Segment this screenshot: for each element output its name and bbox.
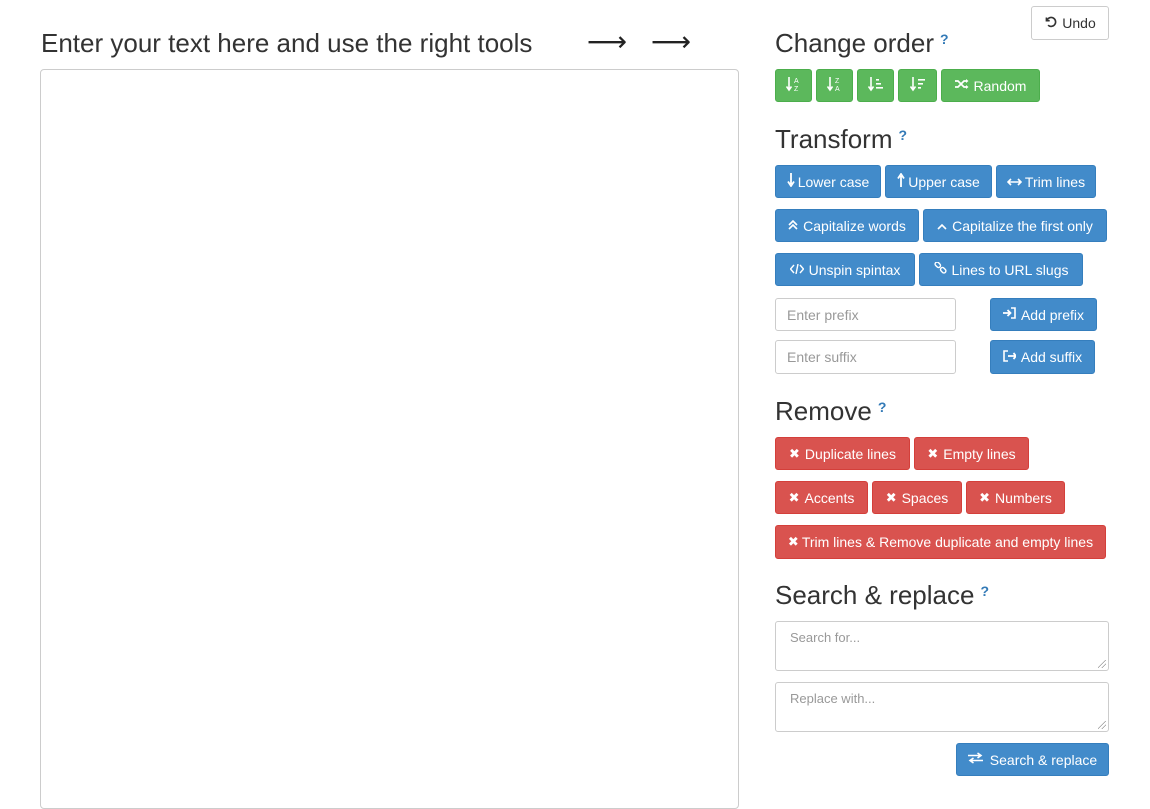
prefix-input[interactable]: Enter prefix <box>775 298 956 331</box>
search-replace-label: Search & replace <box>989 751 1098 768</box>
capitalize-first-button[interactable]: Capitalize the first only <box>923 209 1107 242</box>
close-icon: ✖ <box>789 445 800 461</box>
upper-case-button[interactable]: Upper case <box>885 165 992 198</box>
chevron-up-icon <box>937 219 947 233</box>
random-icon <box>954 78 969 93</box>
lower-case-button[interactable]: Lower case <box>775 165 881 198</box>
svg-text:A: A <box>835 86 840 92</box>
spaces-label: Spaces <box>901 489 949 506</box>
sort-alpha-desc-button[interactable]: ZA <box>816 69 853 102</box>
replace-placeholder: Replace with... <box>790 691 876 706</box>
search-replace-heading: Search & replace? <box>775 579 989 611</box>
add-suffix-label: Add suffix <box>1020 349 1083 365</box>
change-order-help-link[interactable]: ? <box>940 31 949 47</box>
duplicate-lines-label: Duplicate lines <box>804 445 896 462</box>
upper-case-label: Upper case <box>908 173 980 190</box>
sort-alpha-asc-icon: AZ <box>785 76 802 96</box>
capitalize-words-button[interactable]: Capitalize words <box>775 209 919 242</box>
url-slugs-label: Lines to URL slugs <box>951 261 1069 278</box>
url-slugs-button[interactable]: Lines to URL slugs <box>919 253 1083 286</box>
add-prefix-button[interactable]: Add prefix <box>990 298 1097 331</box>
trim-remove-all-label: Trim lines & Remove duplicate and empty … <box>801 534 1094 550</box>
replace-input[interactable]: Replace with... <box>775 682 1109 732</box>
remove-numbers-button[interactable]: ✖ Numbers <box>966 481 1065 514</box>
lower-case-label: Lower case <box>797 173 870 190</box>
search-input[interactable]: Search for... <box>775 621 1109 671</box>
sign-in-icon <box>1002 307 1016 322</box>
capitalize-words-label: Capitalize words <box>803 217 906 234</box>
transform-title: Transform <box>775 124 893 154</box>
close-icon: ✖ <box>979 489 991 505</box>
page-title: Enter your text here and use the right t… <box>41 28 533 58</box>
remove-heading: Remove? <box>775 395 886 427</box>
random-label: Random <box>973 77 1027 94</box>
trim-remove-all-button[interactable]: ✖ Trim lines & Remove duplicate and empt… <box>775 525 1106 559</box>
arrow-right-icon: ⟶ <box>587 26 628 57</box>
sort-amount-asc-icon <box>867 76 884 96</box>
add-prefix-label: Add prefix <box>1020 306 1085 323</box>
capitalize-first-label: Capitalize the first only <box>952 217 1093 234</box>
remove-spaces-button[interactable]: ✖ Spaces <box>872 481 962 514</box>
resize-grip-icon[interactable] <box>1098 721 1106 729</box>
search-replace-button[interactable]: Search & replace <box>956 743 1109 776</box>
remove-title: Remove <box>775 396 872 426</box>
search-placeholder: Search for... <box>790 630 861 645</box>
svg-text:Z: Z <box>835 78 840 85</box>
resize-grip-icon[interactable] <box>1098 660 1106 668</box>
search-replace-help-link[interactable]: ? <box>980 583 989 599</box>
svg-text:Z: Z <box>794 86 799 92</box>
unspin-spintax-label: Unspin spintax <box>808 261 901 278</box>
arrow-right-icon: ⟶ <box>651 26 692 57</box>
arrow-down-icon <box>786 173 795 190</box>
sort-alpha-desc-icon: ZA <box>826 76 843 96</box>
remove-accents-button[interactable]: ✖ Accents <box>775 481 868 514</box>
close-icon: ✖ <box>788 489 800 505</box>
accents-label: Accents <box>804 489 855 506</box>
double-chevron-up-icon <box>788 219 798 233</box>
sort-length-desc-button[interactable] <box>898 69 937 102</box>
link-icon <box>933 260 947 278</box>
suffix-input[interactable]: Enter suffix <box>775 340 956 374</box>
empty-lines-label: Empty lines <box>943 445 1016 462</box>
close-icon: ✖ <box>787 534 799 549</box>
undo-button[interactable]: Undo <box>1031 6 1109 40</box>
numbers-label: Numbers <box>995 489 1052 506</box>
close-icon: ✖ <box>885 489 897 505</box>
code-icon <box>789 263 805 277</box>
undo-label: Undo <box>1062 15 1096 31</box>
transform-heading: Transform? <box>775 123 907 155</box>
change-order-title: Change order <box>775 28 934 58</box>
trim-lines-label: Trim lines <box>1024 173 1086 190</box>
random-button[interactable]: Random <box>941 69 1040 102</box>
remove-duplicate-lines-button[interactable]: ✖ Duplicate lines <box>775 437 910 470</box>
sign-out-icon <box>1003 349 1018 365</box>
unspin-spintax-button[interactable]: Unspin spintax <box>775 253 915 286</box>
search-replace-title: Search & replace <box>775 580 975 610</box>
undo-icon <box>1044 15 1057 31</box>
arrows-horizontal-icon <box>1006 175 1023 189</box>
sort-alpha-asc-button[interactable]: AZ <box>775 69 812 102</box>
sort-amount-desc-icon <box>909 76 926 96</box>
sort-length-asc-button[interactable] <box>857 69 894 102</box>
remove-help-link[interactable]: ? <box>878 399 887 415</box>
close-icon: ✖ <box>927 445 939 461</box>
svg-text:A: A <box>794 78 799 85</box>
arrow-up-icon <box>897 172 905 190</box>
remove-empty-lines-button[interactable]: ✖ Empty lines <box>914 437 1029 470</box>
add-suffix-button[interactable]: Add suffix <box>990 340 1095 374</box>
exchange-icon <box>967 752 983 767</box>
transform-help-link[interactable]: ? <box>899 127 908 143</box>
trim-lines-button[interactable]: Trim lines <box>996 165 1096 198</box>
main-text-input[interactable] <box>40 69 739 809</box>
change-order-heading: Change order? <box>775 27 949 59</box>
